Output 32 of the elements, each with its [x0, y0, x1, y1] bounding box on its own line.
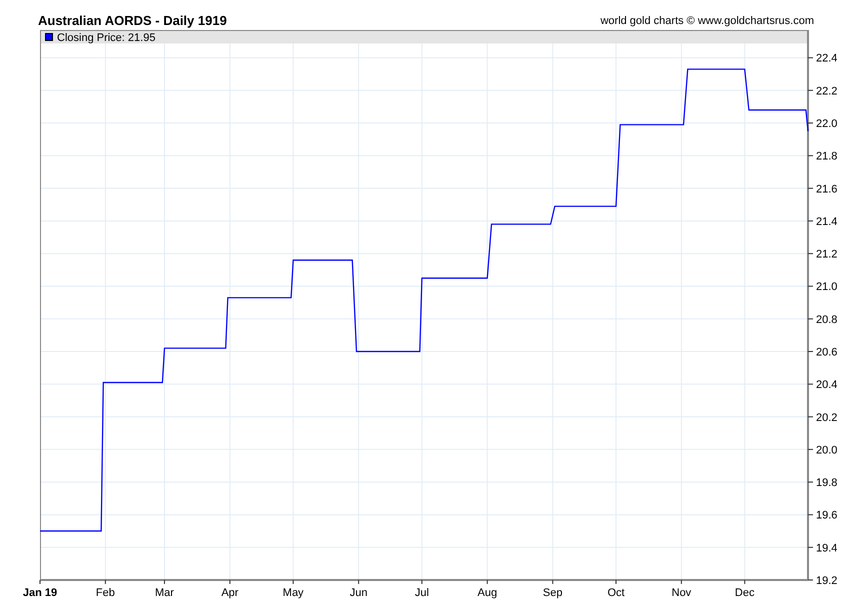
axis-tick-label: 21.8: [816, 150, 838, 163]
axis-tick-label: 20.8: [816, 314, 838, 326]
axis-tick-label: 22.4: [816, 52, 838, 65]
axis-tick-label: 20.0: [816, 444, 838, 456]
axis-tick-label: Mar: [155, 587, 174, 599]
axis-tick-label: 20.4: [816, 379, 838, 392]
axis-tick-label: Oct: [607, 587, 625, 599]
axis-tick-label: Jul: [414, 587, 429, 599]
axis-tick-label: 21.6: [816, 183, 838, 196]
axis-tick-label: 22.2: [816, 85, 838, 98]
axis-tick-label: Jan 19: [22, 587, 58, 599]
axis-tick-label: 20.6: [816, 346, 838, 359]
chart-title: Australian AORDS - Daily 1919: [38, 12, 227, 30]
axis-tick-label: Apr: [221, 587, 238, 599]
axis-tick-label: May: [282, 587, 304, 599]
axis-tick-label: 21.0: [816, 281, 838, 294]
credit-text: world gold charts © www.goldchartsrus.com: [600, 14, 814, 29]
legend-label: Closing Price: 21.95: [57, 32, 156, 44]
axis-tick-label: Dec: [734, 587, 754, 599]
axis-tick-label: 22.0: [816, 118, 838, 130]
axis-tick-label: Jun: [350, 587, 368, 599]
axis-tick-label: 19.2: [816, 575, 838, 587]
axis-tick-label: 19.8: [816, 477, 838, 490]
axis-tick-label: 19.6: [816, 510, 838, 522]
axis-tick-label: 19.4: [816, 542, 838, 554]
axis-tick-label: 20.2: [816, 412, 838, 424]
axis-tick-label: 21.2: [816, 248, 838, 261]
axis-tick-label: Sep: [542, 587, 562, 599]
axis-tick-label: Feb: [96, 587, 115, 599]
axis-tick-label: 21.4: [816, 216, 838, 228]
axis-tick-label: Nov: [672, 587, 692, 599]
axis-tick-label: Aug: [478, 587, 498, 599]
